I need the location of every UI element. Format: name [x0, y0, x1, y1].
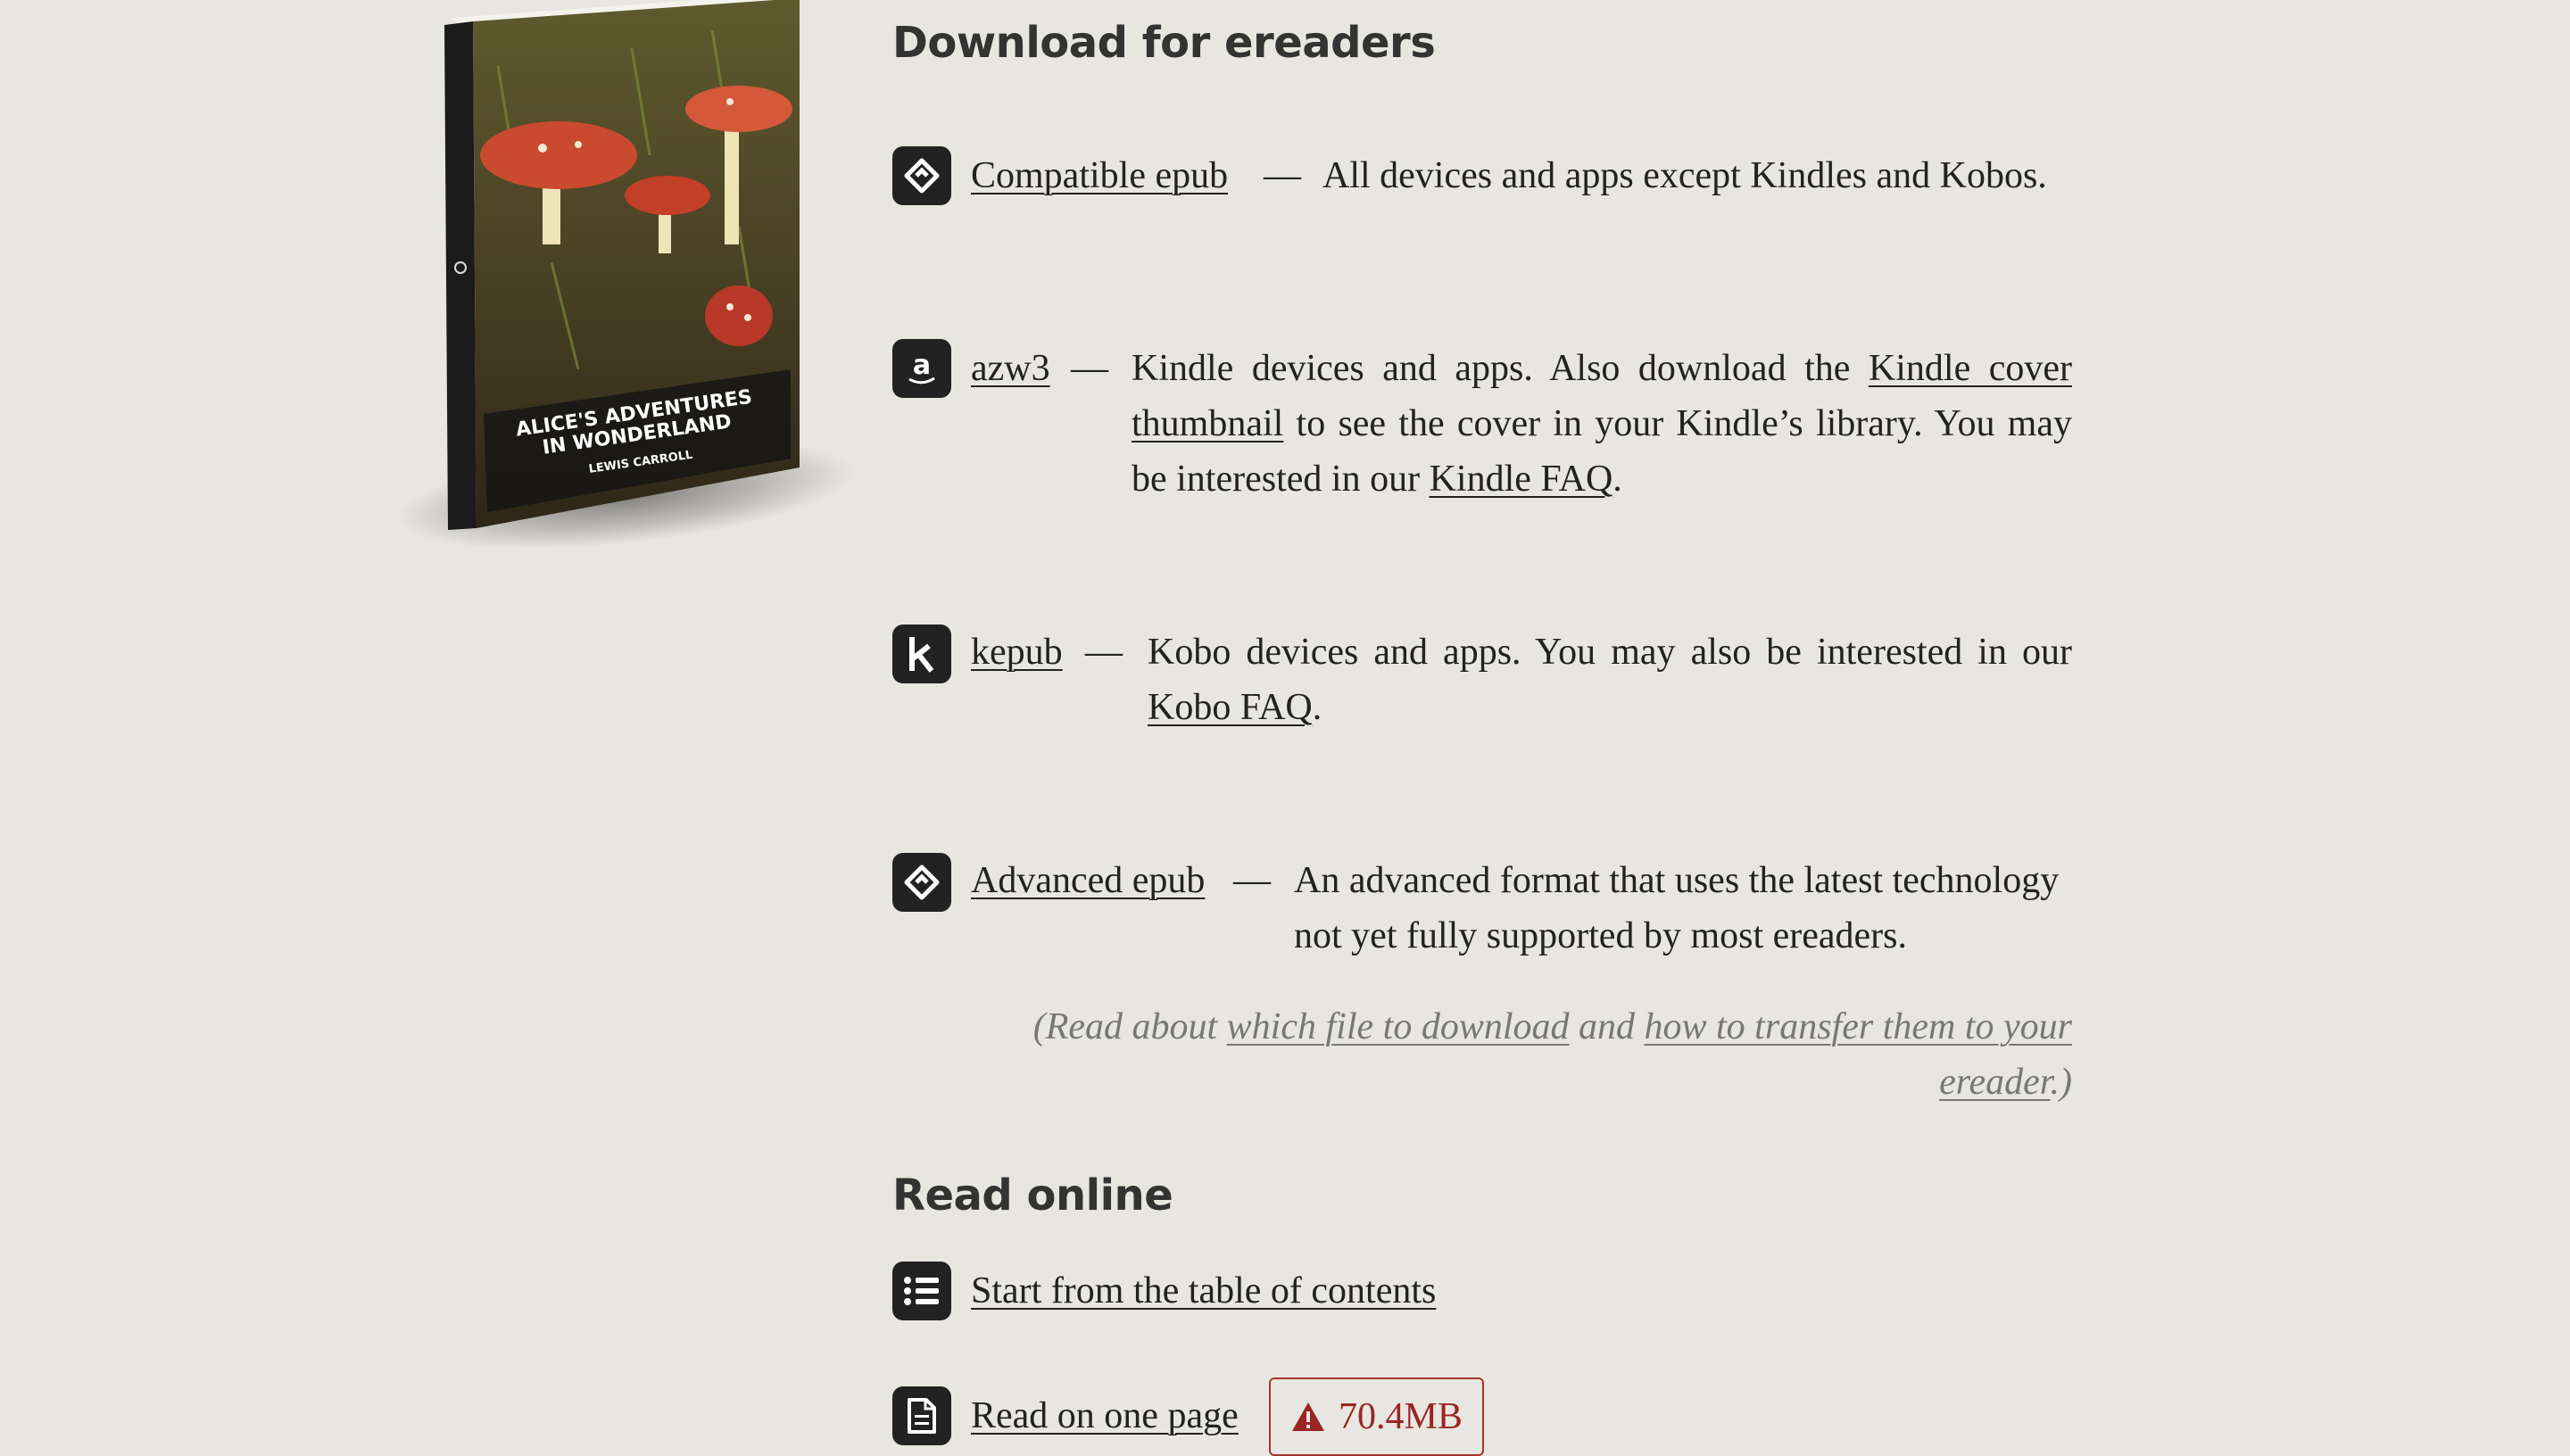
read-one-page-link[interactable]: Read on one page: [971, 1388, 1239, 1444]
note-text-2: and: [1569, 1006, 1645, 1047]
kepub-link[interactable]: kepub: [971, 625, 1063, 680]
compatible-epub-description: All devices and apps except Kindles and …: [1322, 155, 2047, 196]
list-icon: [892, 1262, 951, 1320]
warning-icon: [1292, 1402, 1324, 1431]
kobo-faq-link[interactable]: Kobo FAQ: [1148, 687, 1313, 728]
kepub-text-1: Kobo devices and apps. You may also be i…: [1148, 632, 2072, 673]
kepub-description: Kobo devices and apps. You may also be i…: [1148, 625, 2072, 735]
book-cover[interactable]: ALICE'S ADVENTURES IN WONDERLAND LEWIS C…: [444, 0, 801, 530]
document-icon: [892, 1386, 951, 1445]
azw3-text-1: Kindle devices and apps. Also download t…: [1132, 348, 1869, 389]
dash: —: [1264, 155, 1301, 196]
dash: —: [1233, 860, 1271, 901]
azw3-link[interactable]: azw3: [971, 341, 1050, 396]
amazon-icon: a: [892, 339, 951, 398]
table-of-contents-link[interactable]: Start from the table of contents: [971, 1263, 1436, 1319]
note-text-1: (Read about: [1032, 1006, 1227, 1047]
note-text-3: .): [2050, 1062, 2073, 1103]
download-help-note: (Read about which file to download and h…: [923, 999, 2072, 1110]
kepub-text-2: .: [1312, 687, 1322, 728]
download-heading: Download for ereaders: [892, 18, 1436, 68]
book-cover-art: ALICE'S ADVENTURES IN WONDERLAND LEWIS C…: [444, 0, 800, 530]
epub-icon: [892, 146, 951, 205]
transfer-link[interactable]: how to transfer them to your ereader: [1645, 1006, 2073, 1103]
compatible-epub-link[interactable]: Compatible epub: [971, 148, 1228, 203]
kindle-faq-link[interactable]: Kindle FAQ: [1430, 459, 1613, 500]
svg-text:a: a: [913, 350, 931, 381]
file-size-value: 70.4MB: [1339, 1396, 1463, 1437]
azw3-description: Kindle devices and apps. Also download t…: [1132, 341, 2072, 507]
epub-icon: [892, 853, 951, 912]
advanced-epub-link[interactable]: Advanced epub: [971, 853, 1205, 908]
file-size-warning-badge: 70.4MB: [1269, 1377, 1484, 1456]
which-file-link[interactable]: which file to download: [1227, 1006, 1570, 1047]
dash: —: [1085, 632, 1123, 673]
azw3-text-3: .: [1612, 459, 1622, 500]
read-online-heading: Read online: [892, 1171, 1173, 1220]
advanced-epub-description: An advanced format that uses the latest …: [1294, 860, 2060, 956]
dash: —: [1071, 348, 1108, 389]
kobo-icon: [892, 625, 951, 683]
